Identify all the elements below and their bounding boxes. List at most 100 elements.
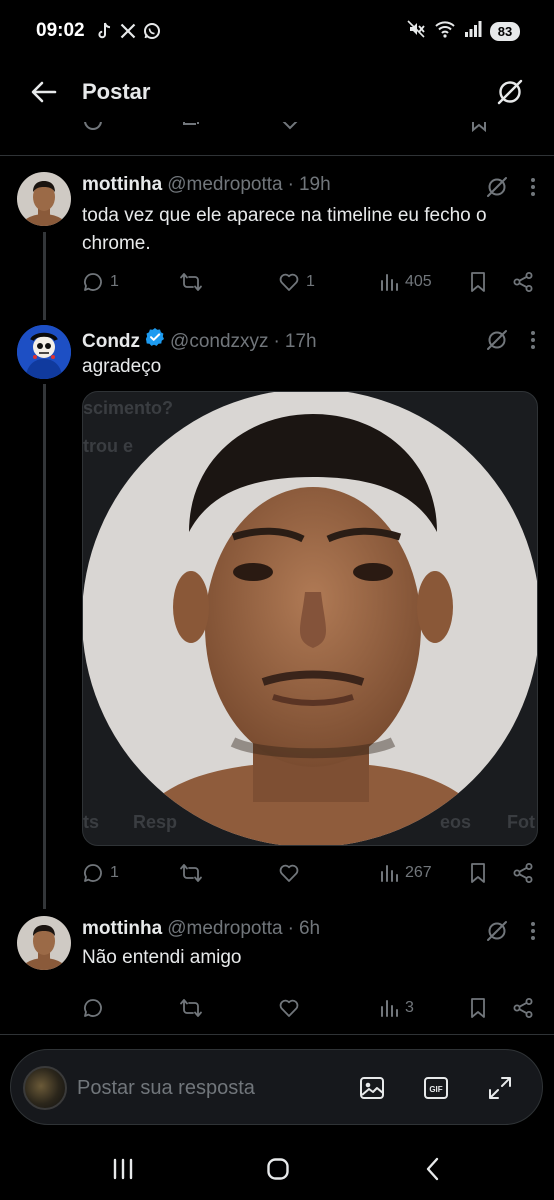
status-bar: 09:02 83 (0, 0, 554, 62)
more-options-icon[interactable] (530, 330, 536, 355)
tiktok-icon (95, 22, 113, 40)
timestamp[interactable]: 6h (299, 918, 320, 940)
avatar[interactable] (17, 916, 71, 970)
share-button[interactable] (512, 267, 534, 297)
bookmark-button[interactable] (468, 267, 488, 297)
like-button[interactable] (278, 993, 306, 1023)
reply-count: 1 (110, 864, 119, 881)
reply-button[interactable]: 1 (82, 267, 119, 297)
tweet-actions: 3 (82, 993, 542, 1023)
bookmark-icon (471, 998, 485, 1018)
view-count: 3 (405, 999, 414, 1016)
tweet-header: mottinha @medropotta · 6h (82, 918, 320, 940)
divider (0, 155, 554, 156)
my-avatar[interactable] (23, 1066, 67, 1110)
home-icon[interactable] (258, 1154, 298, 1184)
share-button[interactable] (512, 858, 534, 888)
x-icon (119, 22, 137, 40)
share-button[interactable] (512, 993, 534, 1023)
like-icon (279, 273, 299, 291)
tweet-media-image[interactable]: scimento? trou e ts Resp eos Fot (82, 391, 538, 846)
repost-icon (180, 864, 202, 882)
view-count: 267 (405, 864, 432, 881)
back-arrow-icon[interactable] (28, 76, 60, 108)
like-button[interactable]: 1 (278, 267, 315, 297)
display-name[interactable]: Condz (82, 331, 140, 353)
repost-icon (180, 273, 202, 291)
grok-icon[interactable] (494, 76, 526, 108)
username[interactable]: @condzxyz (170, 331, 269, 353)
reply-icon (84, 273, 102, 291)
tweet-actions: 1 267 (82, 858, 542, 888)
views-button[interactable]: 3 (379, 993, 414, 1023)
username[interactable]: @medropotta (167, 918, 282, 940)
previous-tweet-actions (0, 122, 554, 140)
views-button[interactable]: 267 (379, 858, 432, 888)
reply-icon (84, 864, 102, 882)
thread-line (43, 232, 46, 320)
status-app-icons (95, 22, 161, 40)
separator-dot: · (287, 918, 294, 939)
display-name[interactable]: mottinha (82, 174, 162, 196)
repost-button[interactable] (179, 267, 209, 297)
whatsapp-icon (143, 22, 161, 40)
view-count: 405 (405, 273, 432, 290)
separator-dot: · (287, 174, 294, 195)
bookmark-button[interactable] (468, 858, 488, 888)
like-button[interactable] (278, 858, 306, 888)
more-options-icon[interactable] (530, 177, 536, 202)
avatar[interactable] (17, 325, 71, 379)
verified-badge-icon (145, 327, 165, 347)
like-icon (282, 122, 298, 130)
tweet-tools (486, 920, 536, 947)
bookmark-icon (471, 863, 485, 883)
tweet-text: Não entendi amigo (82, 947, 242, 968)
portrait-photo (83, 392, 537, 845)
grok-icon[interactable] (486, 329, 508, 356)
like-icon (279, 864, 299, 882)
reply-composer: GIF (10, 1049, 543, 1125)
tweet-text: agradeço (82, 356, 162, 377)
recent-apps-icon[interactable] (103, 1154, 143, 1184)
tweet-header: mottinha @medropotta · 19h (82, 174, 331, 196)
tweet-tools (486, 176, 536, 203)
display-name[interactable]: mottinha (82, 918, 162, 940)
status-right: 83 (406, 19, 520, 44)
views-icon (381, 1000, 398, 1017)
more-options-icon[interactable] (530, 921, 536, 946)
repost-button[interactable] (179, 858, 209, 888)
grok-icon[interactable] (486, 920, 508, 947)
share-icon (513, 863, 533, 883)
tweet-actions: 1 1 405 (82, 267, 542, 297)
username[interactable]: @medropotta (167, 174, 282, 196)
bookmark-icon (471, 272, 485, 292)
signal-icon (464, 20, 482, 42)
reply-icon (84, 999, 102, 1017)
thread-line (43, 384, 46, 909)
repost-icon (183, 122, 199, 125)
gif-icon[interactable]: GIF (420, 1072, 452, 1104)
expand-icon[interactable] (484, 1072, 516, 1104)
grok-icon[interactable] (486, 176, 508, 203)
wifi-icon (434, 20, 456, 43)
share-icon (513, 272, 533, 292)
reply-count: 1 (110, 273, 119, 290)
reply-button[interactable] (82, 993, 110, 1023)
bookmark-button[interactable] (468, 993, 488, 1023)
timestamp[interactable]: 17h (285, 331, 317, 353)
reply-input[interactable] (77, 1074, 347, 1102)
like-icon (279, 999, 299, 1017)
views-button[interactable]: 405 (379, 267, 432, 297)
avatar[interactable] (17, 172, 71, 226)
page-title: Postar (82, 79, 151, 104)
image-icon[interactable] (356, 1072, 388, 1104)
like-count: 1 (306, 273, 315, 290)
repost-button[interactable] (179, 993, 209, 1023)
views-icon (381, 274, 398, 291)
reply-button[interactable]: 1 (82, 858, 119, 888)
top-bar: Postar (0, 62, 554, 122)
timestamp[interactable]: 19h (299, 174, 331, 196)
back-icon[interactable] (413, 1154, 453, 1184)
bookmark-icon (472, 122, 486, 132)
svg-text:GIF: GIF (429, 1085, 442, 1094)
